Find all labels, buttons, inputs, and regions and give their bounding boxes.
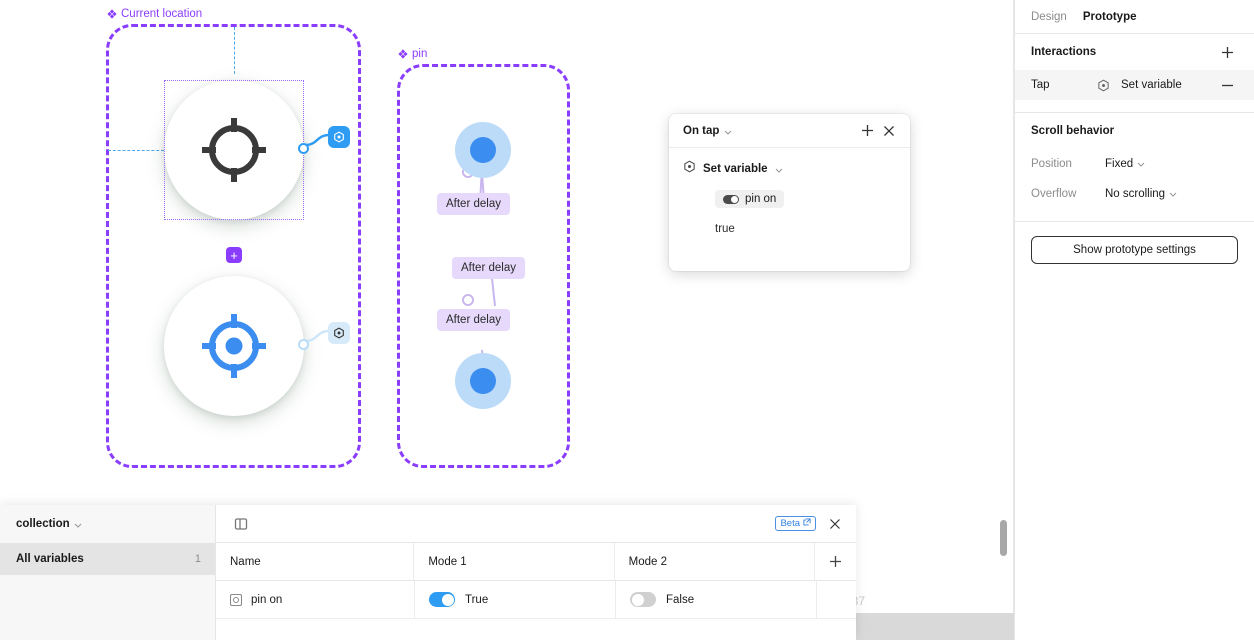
add-variant-button[interactable]: + — [226, 247, 242, 263]
interaction-trigger: Tap — [1031, 79, 1050, 91]
set-variable-chip[interactable] — [328, 322, 350, 344]
column-header-mode2: Mode 2 — [615, 543, 815, 580]
variables-main: Beta Name Mode 1 Mode 2 pin on True Fals… — [216, 505, 856, 640]
set-variable-icon — [683, 160, 696, 178]
after-delay-chip-1[interactable]: After delay — [437, 193, 510, 215]
boolean-variable-icon — [723, 194, 739, 204]
remove-interaction-button[interactable] — [1216, 74, 1238, 96]
add-interaction-button[interactable] — [1216, 41, 1238, 63]
connector-start-dot[interactable] — [298, 143, 309, 154]
close-popup-button[interactable] — [878, 120, 900, 142]
overflow-property-row: Overflow No scrolling — [1015, 179, 1254, 209]
boolean-variable-icon — [230, 593, 242, 606]
show-prototype-settings-button[interactable]: Show prototype settings — [1031, 236, 1238, 264]
scroll-behavior-section-header: Scroll behavior — [1015, 113, 1254, 149]
section-divider — [1015, 221, 1254, 222]
column-header-mode1: Mode 1 — [414, 543, 615, 580]
interaction-details-popup[interactable]: On tap Set variable pin on true — [669, 114, 910, 271]
interactions-section-header: Interactions — [1015, 34, 1254, 70]
after-delay-chip-3[interactable]: After delay — [437, 309, 510, 331]
variable-value-field[interactable]: true — [715, 223, 896, 235]
sidebar-item-label: All variables — [16, 553, 84, 565]
tab-prototype[interactable]: Prototype — [1083, 11, 1137, 23]
mode1-toggle[interactable] — [429, 592, 455, 607]
pin-dot-bottom[interactable] — [455, 353, 511, 409]
panel-tabs: Design Prototype — [1015, 0, 1254, 34]
right-properties-panel: Design Prototype Interactions Tap Set va… — [1014, 0, 1254, 640]
set-variable-icon — [1097, 79, 1117, 92]
variable-pill[interactable]: pin on — [715, 190, 785, 208]
collection-selector[interactable]: collection — [0, 505, 215, 543]
frame-label-pin[interactable]: pin — [398, 48, 427, 60]
crosshair-filled-icon — [202, 314, 266, 378]
chevron-down-icon — [74, 515, 82, 533]
scroll-behavior-title: Scroll behavior — [1031, 125, 1115, 137]
component-diamond-icon — [398, 49, 408, 59]
variables-sidebar: collection All variables 1 — [0, 505, 216, 640]
frame-label-text: Current location — [121, 8, 203, 20]
mode1-value-text: True — [465, 593, 489, 606]
set-variable-icon — [334, 131, 344, 143]
set-variable-icon — [334, 327, 344, 339]
connector-start-dot[interactable] — [298, 339, 309, 350]
close-variables-panel-button[interactable] — [824, 513, 846, 535]
variables-table-header: Name Mode 1 Mode 2 — [216, 543, 856, 581]
measure-guide-horizontal — [108, 150, 164, 151]
column-header-name: Name — [216, 543, 415, 580]
frame-label-text: pin — [412, 48, 428, 60]
overflow-dropdown[interactable]: No scrolling — [1105, 188, 1177, 200]
variables-toolbar: Beta — [216, 505, 856, 543]
variable-mode1-cell[interactable]: True — [415, 581, 616, 618]
variables-panel: collection All variables 1 Beta Name Mod… — [0, 505, 856, 640]
interaction-row-tap[interactable]: Tap Set variable — [1015, 70, 1254, 100]
measure-guide-vertical — [234, 27, 235, 74]
tab-design[interactable]: Design — [1031, 11, 1067, 23]
location-circle-active[interactable] — [164, 276, 304, 416]
position-dropdown[interactable]: Fixed — [1105, 158, 1145, 170]
after-delay-chip-2[interactable]: After delay — [452, 257, 525, 279]
variable-pill-label: pin on — [745, 193, 777, 205]
mode2-value-text: False — [666, 593, 695, 606]
pin-core — [470, 368, 496, 394]
position-label: Position — [1031, 158, 1072, 170]
external-link-icon — [803, 518, 811, 529]
overflow-label: Overflow — [1031, 188, 1077, 200]
overflow-value: No scrolling — [1105, 188, 1166, 200]
beta-label: Beta — [780, 518, 800, 529]
position-value: Fixed — [1105, 158, 1134, 170]
chevron-down-icon[interactable] — [775, 160, 783, 178]
variable-mode2-cell[interactable]: False — [616, 581, 817, 618]
pin-core — [470, 137, 496, 163]
variable-name-text: pin on — [251, 593, 283, 606]
interaction-action: Set variable — [1121, 79, 1182, 91]
frame-label-current-location[interactable]: Current location — [107, 8, 202, 20]
app-root: 137 Current location — [0, 0, 1254, 640]
row-spacer-cell — [817, 581, 856, 618]
chevron-down-icon — [1137, 158, 1145, 170]
table-row[interactable]: pin on True False — [216, 581, 856, 619]
canvas-scrollbar-thumb[interactable] — [1000, 520, 1007, 556]
toggle-sidebar-icon[interactable] — [230, 513, 252, 535]
popup-header: On tap — [669, 114, 910, 148]
variable-name-cell[interactable]: pin on — [216, 581, 415, 618]
status-bar-plate — [856, 613, 1014, 640]
chevron-down-icon[interactable] — [724, 122, 732, 140]
collection-label: collection — [16, 518, 70, 530]
sidebar-item-count: 1 — [194, 553, 201, 565]
beta-badge[interactable]: Beta — [775, 516, 816, 531]
set-variable-chip[interactable] — [328, 126, 350, 148]
component-diamond-icon — [107, 9, 117, 19]
sidebar-item-all-variables[interactable]: All variables 1 — [0, 543, 215, 575]
popup-body: Set variable pin on true — [669, 148, 910, 235]
add-interaction-button[interactable] — [856, 120, 878, 142]
pin-dot-top[interactable] — [455, 122, 511, 178]
position-property-row: Position Fixed — [1015, 149, 1254, 179]
interactions-title: Interactions — [1031, 46, 1097, 58]
chevron-down-icon — [1169, 188, 1177, 200]
popup-action-label[interactable]: Set variable — [703, 163, 768, 175]
popup-trigger-label[interactable]: On tap — [683, 125, 719, 137]
mode2-toggle[interactable] — [630, 592, 656, 607]
add-mode-button[interactable] — [815, 543, 856, 580]
selection-box — [164, 80, 304, 220]
